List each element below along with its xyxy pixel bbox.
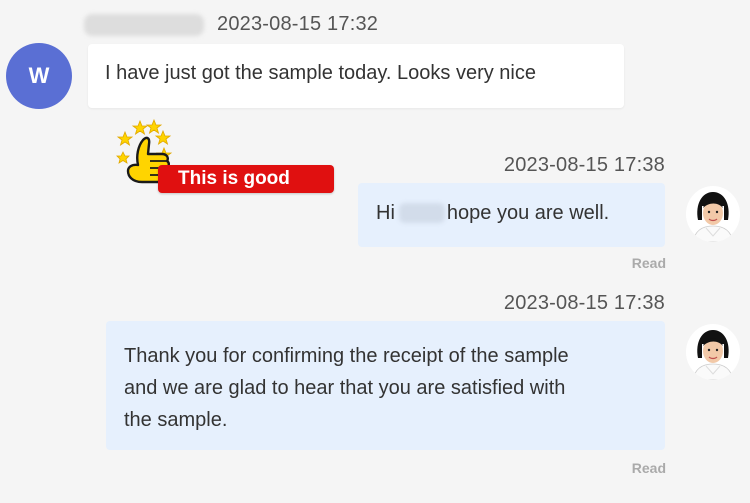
star-icon bbox=[131, 119, 149, 135]
recipient-name-redacted bbox=[398, 203, 445, 223]
message-body: hope you are well. bbox=[446, 202, 610, 224]
message-line: and we are glad to hear that you are sat… bbox=[124, 377, 566, 399]
sender-avatar[interactable]: W bbox=[6, 43, 72, 109]
star-icon bbox=[116, 130, 134, 146]
sender-name-redacted bbox=[84, 14, 204, 36]
read-status-2: Read bbox=[631, 460, 666, 476]
message-line: the sample. bbox=[124, 409, 228, 431]
incoming-message-text: I have just got the sample today. Looks … bbox=[105, 62, 536, 84]
outgoing-timestamp-1: 2023-08-15 17:38 bbox=[503, 154, 665, 176]
outgoing-timestamp-2: 2023-08-15 17:38 bbox=[503, 292, 665, 314]
outgoing-message-text-1: Hi hope you are well. bbox=[376, 202, 609, 225]
star-icon bbox=[116, 151, 130, 164]
star-icon bbox=[145, 118, 163, 134]
message-line: Thank you for confirming the receipt of … bbox=[124, 345, 569, 367]
agent-avatar-1[interactable] bbox=[686, 186, 740, 242]
incoming-timestamp: 2023-08-15 17:32 bbox=[217, 13, 379, 35]
outgoing-message-text-2: Thank you for confirming the receipt of … bbox=[124, 340, 569, 436]
message-greeting: Hi bbox=[376, 202, 395, 224]
sender-avatar-letter: W bbox=[28, 63, 50, 88]
badge-label: This is good bbox=[178, 168, 290, 189]
read-status-1: Read bbox=[631, 255, 666, 271]
agent-avatar-2[interactable] bbox=[686, 324, 740, 380]
